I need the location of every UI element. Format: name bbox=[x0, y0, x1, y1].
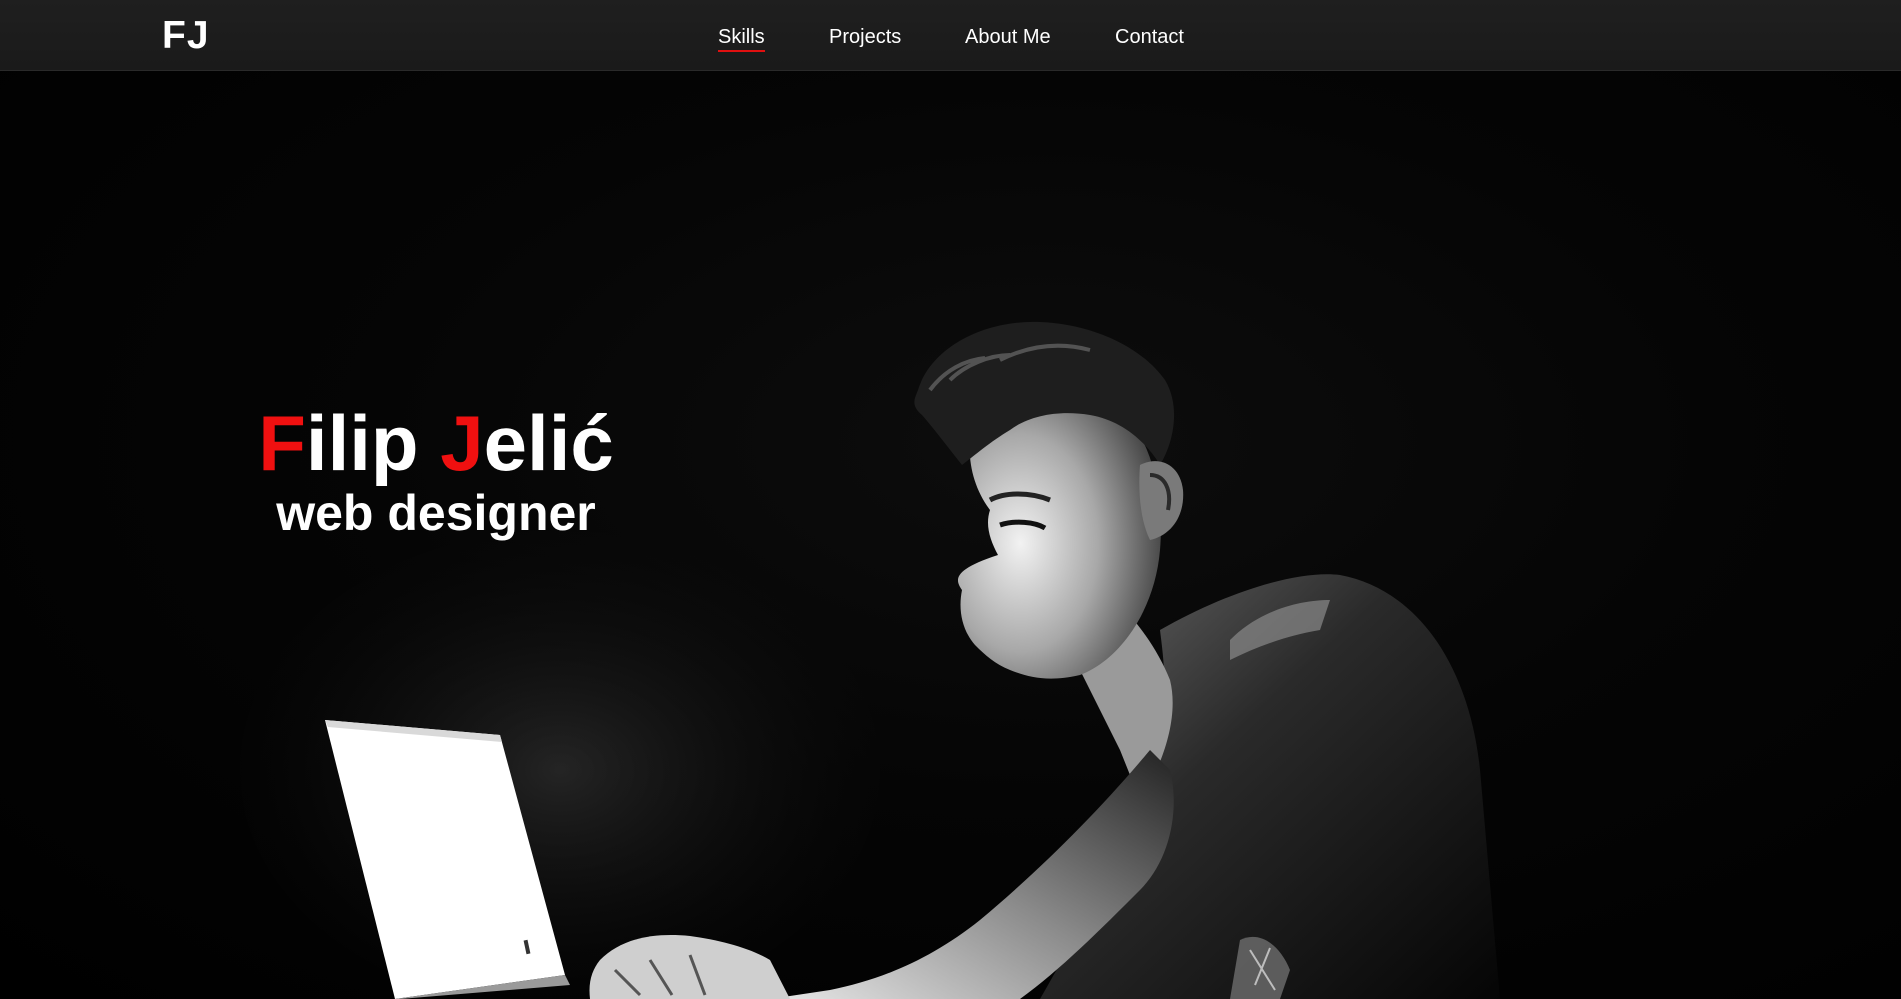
hero-section: Filip Jelić web designer bbox=[0, 70, 1901, 999]
name-initial-first: F bbox=[258, 399, 306, 487]
navbar: FJ Skills Projects About Me Contact bbox=[0, 0, 1901, 71]
hero-subtitle: web designer bbox=[276, 485, 596, 541]
page: F J Skills Projects About Me Contact Fili… bbox=[0, 0, 1901, 999]
nav-menu: Skills Projects About Me Contact bbox=[0, 24, 1901, 54]
nav-link-contact[interactable]: Contact bbox=[1115, 24, 1184, 50]
hero-title-block: Filip Jelić web designer bbox=[246, 400, 626, 542]
hero-name: Filip Jelić bbox=[246, 400, 626, 486]
nav-link-skills[interactable]: Skills bbox=[718, 24, 765, 52]
nav-link-about-me[interactable]: About Me bbox=[965, 24, 1051, 50]
name-rest-last: elić bbox=[483, 399, 614, 487]
ear-shape bbox=[1139, 461, 1184, 540]
nav-link-projects[interactable]: Projects bbox=[829, 24, 901, 50]
name-initial-last: J bbox=[440, 399, 484, 487]
name-rest-first: ilip bbox=[305, 399, 441, 487]
